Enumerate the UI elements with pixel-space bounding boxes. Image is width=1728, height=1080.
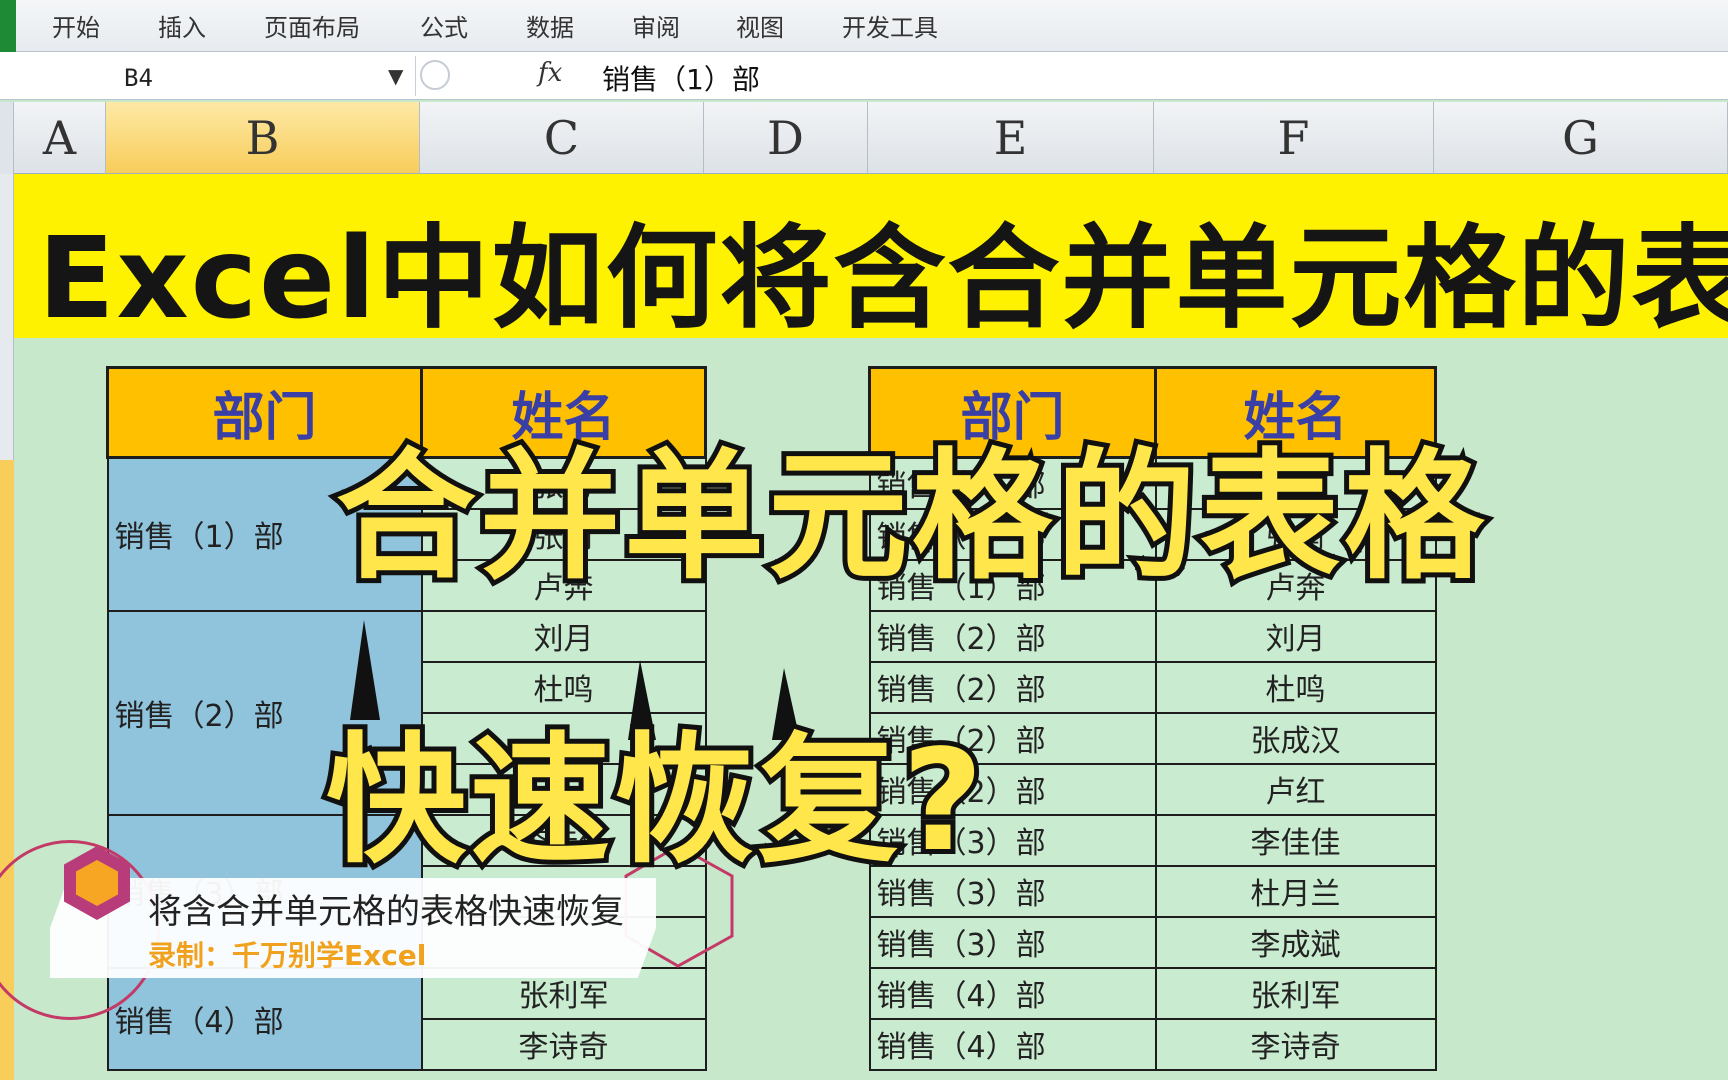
overlay-line-2: 快速恢复? [321,715,988,888]
watermark-subtitle: 录制：千万别学Excel [148,939,427,972]
overlay-line-1: 合并单元格的表格 [331,431,1489,604]
watermark-title: 将含合并单元格的表格快速恢复 [148,892,624,932]
